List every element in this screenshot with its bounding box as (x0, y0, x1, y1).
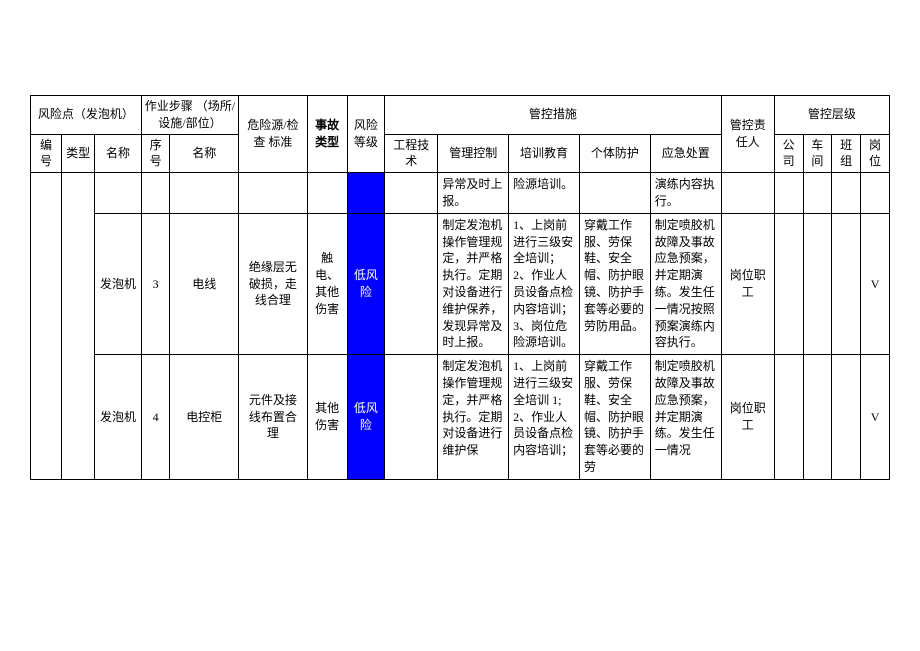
risk-table: 风险点（发泡机） 作业步骤 （场所/设施/部位） 危险源/检查 标准 事故类型 … (30, 95, 890, 480)
hdr-seq: 序号 (141, 134, 170, 173)
cell-accident: 其他伤害 (307, 355, 347, 480)
hdr-position: 岗位 (861, 134, 890, 173)
cell-eng (385, 213, 438, 354)
cell-seq: 4 (141, 355, 170, 480)
hdr-emer: 应急处置 (650, 134, 721, 173)
cell-hazard: 绝缘层无破损，走线合理 (239, 213, 308, 354)
cell-pos (861, 173, 890, 214)
hdr-step-name: 名称 (170, 134, 239, 173)
cell-risk: 低风险 (347, 355, 385, 480)
cell-workshop (803, 355, 832, 480)
hdr-step-group: 作业步骤 （场所/设施/部位） (141, 96, 238, 135)
cell-name (95, 173, 142, 214)
cell-workshop (803, 173, 832, 214)
hdr-control-level: 管控层级 (774, 96, 889, 135)
cell-resp (721, 173, 774, 214)
table-row: 发泡机 3 电线 绝缘层无破损，走线合理 触电、其他伤害 低风险 制定发泡机操作… (31, 213, 890, 354)
cell-accident (307, 173, 347, 214)
cell-mgmt: 异常及时上报。 (438, 173, 509, 214)
cell-emer: 制定喷胶机故障及事故应急预案，并定期演练。发生任一情况按照预案演练内容执行。 (650, 213, 721, 354)
cell-mgmt: 制定发泡机操作管理规定，并严格执行。定期对设备进行维护保养，发现异常及时上报。 (438, 213, 509, 354)
hdr-eng: 工程技术 (385, 134, 438, 173)
cell-risk: 低风险 (347, 213, 385, 354)
cell-name: 发泡机 (95, 355, 142, 480)
cell-emer: 演练内容执行。 (650, 173, 721, 214)
cell-hazard: 元件及接线布置合理 (239, 355, 308, 480)
cell-pos: V (861, 355, 890, 480)
hdr-type: 类型 (61, 134, 94, 173)
cell-ppe (579, 173, 650, 214)
cell-company (774, 355, 803, 480)
cell-step: 电控柜 (170, 355, 239, 480)
hdr-ppe: 个体防护 (579, 134, 650, 173)
hdr-mgmt: 管理控制 (438, 134, 509, 173)
hdr-num: 编号 (31, 134, 62, 173)
hdr-risk-point: 风险点（发泡机） (31, 96, 142, 135)
table-header: 风险点（发泡机） 作业步骤 （场所/设施/部位） 危险源/检查 标准 事故类型 … (31, 96, 890, 173)
hdr-measures: 管控措施 (385, 96, 721, 135)
hdr-team: 班组 (832, 134, 861, 173)
cell-eng (385, 173, 438, 214)
cell-pos: V (861, 213, 890, 354)
cell-team (832, 213, 861, 354)
cell-hazard (239, 173, 308, 214)
cell-train: 1、上岗前进行三级安全培训；2、作业人员设备点检内容培训；3、岗位危险源培训。 (509, 213, 580, 354)
cell-ppe: 穿戴工作服、劳保鞋、安全帽、防护眼镜、防护手套等必要的劳 (579, 355, 650, 480)
cell-seq (141, 173, 170, 214)
hdr-workshop: 车间 (803, 134, 832, 173)
cell-step: 电线 (170, 213, 239, 354)
cell-company (774, 213, 803, 354)
table-row: 发泡机 4 电控柜 元件及接线布置合理 其他伤害 低风险 制定发泡机操作管理规定… (31, 355, 890, 480)
cell-eng (385, 355, 438, 480)
cell-num (31, 173, 62, 480)
cell-emer: 制定喷胶机故障及事故应急预案，并定期演练。发生任一情况 (650, 355, 721, 480)
cell-team (832, 173, 861, 214)
cell-seq: 3 (141, 213, 170, 354)
table-row: 异常及时上报。 险源培训。 演练内容执行。 (31, 173, 890, 214)
cell-accident: 触电、其他伤害 (307, 213, 347, 354)
cell-risk (347, 173, 385, 214)
hdr-train: 培训教育 (509, 134, 580, 173)
cell-resp: 岗位职工 (721, 213, 774, 354)
hdr-risk-level: 风险等级 (347, 96, 385, 173)
cell-workshop (803, 213, 832, 354)
hdr-responsible: 管控责任人 (721, 96, 774, 173)
cell-mgmt: 制定发泡机操作管理规定，并严格执行。定期对设备进行维护保 (438, 355, 509, 480)
page-root: 风险点（发泡机） 作业步骤 （场所/设施/部位） 危险源/检查 标准 事故类型 … (0, 0, 920, 651)
cell-type (61, 173, 94, 480)
cell-resp: 岗位职工 (721, 355, 774, 480)
hdr-hazard: 危险源/检查 标准 (239, 96, 308, 173)
cell-company (774, 173, 803, 214)
cell-train: 险源培训。 (509, 173, 580, 214)
cell-name: 发泡机 (95, 213, 142, 354)
hdr-accident: 事故类型 (307, 96, 347, 173)
cell-step (170, 173, 239, 214)
hdr-name: 名称 (95, 134, 142, 173)
cell-team (832, 355, 861, 480)
cell-ppe: 穿戴工作服、劳保鞋、安全帽、防护眼镜、防护手套等必要的劳防用品。 (579, 213, 650, 354)
cell-train: 1、上岗前进行三级安全培训 1;2、作业人员设备点检内容培训； (509, 355, 580, 480)
hdr-company: 公司 (774, 134, 803, 173)
